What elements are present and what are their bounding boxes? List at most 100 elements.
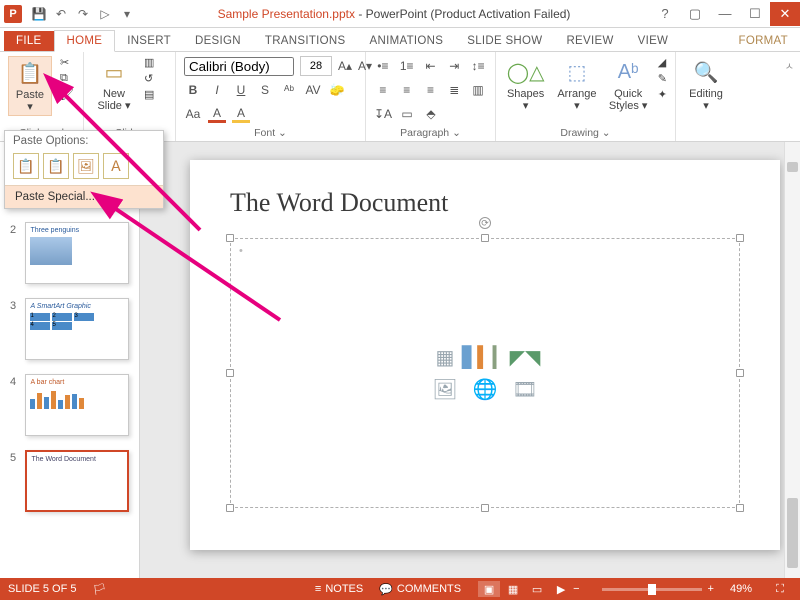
paste-button[interactable]: 📋 Paste▾: [8, 56, 52, 116]
paste-picture[interactable]: 🖼: [73, 153, 99, 179]
resize-handle-e[interactable]: [736, 369, 744, 377]
italic-button[interactable]: I: [208, 81, 226, 99]
tab-home[interactable]: HOME: [54, 30, 116, 52]
zoom-slider[interactable]: [602, 588, 702, 591]
resize-handle-n[interactable]: [481, 234, 489, 242]
minimize-button[interactable]: —: [710, 2, 740, 26]
numbering-button[interactable]: 1≡: [398, 57, 416, 75]
insert-video-icon[interactable]: 🎞: [508, 376, 542, 402]
resize-handle-s[interactable]: [481, 504, 489, 512]
qat-undo-button[interactable]: ↶: [50, 3, 72, 25]
shape-effects-button[interactable]: ✦: [658, 88, 667, 101]
thumb-slide-5[interactable]: 5 The Word Document: [10, 450, 129, 512]
qat-redo-button[interactable]: ↷: [72, 3, 94, 25]
maximize-button[interactable]: ☐: [740, 2, 770, 26]
shadow-button[interactable]: ᴬᵇ: [280, 81, 298, 99]
qat-start-slideshow-button[interactable]: ▷: [94, 3, 116, 25]
paste-use-destination-theme[interactable]: 📋: [13, 153, 39, 179]
view-sorter-button[interactable]: ▦: [502, 581, 524, 597]
close-button[interactable]: ✕: [770, 2, 800, 26]
view-reading-button[interactable]: ▭: [526, 581, 548, 597]
comments-button[interactable]: 💬 COMMENTS: [379, 583, 461, 596]
tab-design[interactable]: DESIGN: [183, 31, 253, 51]
tab-animations[interactable]: ANIMATIONS: [358, 31, 456, 51]
tab-insert[interactable]: INSERT: [115, 31, 183, 51]
notes-button[interactable]: ≡ NOTES: [315, 583, 363, 595]
zoom-out-button[interactable]: −: [573, 583, 579, 595]
font-name-input[interactable]: [184, 57, 294, 76]
scrollbar-bottom[interactable]: [787, 498, 798, 568]
help-button[interactable]: ?: [650, 2, 680, 26]
align-right-button[interactable]: ≡: [422, 81, 440, 99]
smartart-button[interactable]: ⬘: [422, 105, 440, 123]
bold-button[interactable]: B: [184, 81, 202, 99]
ribbon-options-button[interactable]: ▢: [680, 2, 710, 26]
paste-text-only[interactable]: Ａ: [103, 153, 129, 179]
tab-review[interactable]: REVIEW: [554, 31, 625, 51]
resize-handle-ne[interactable]: [736, 234, 744, 242]
change-case-button[interactable]: Aa: [184, 105, 202, 123]
qat-customize-button[interactable]: ▾: [116, 3, 138, 25]
slide-canvas[interactable]: The Word Document ⟳ • ▦ ▋▍▎ ◤◥ 🖼 🌐: [190, 160, 780, 550]
zoom-in-button[interactable]: +: [708, 583, 714, 595]
paste-special-item[interactable]: Paste Special...: [5, 185, 163, 208]
insert-table-icon[interactable]: ▦: [428, 344, 462, 370]
quick-styles-button[interactable]: Aᵇ QuickStyles ▾: [607, 56, 650, 112]
view-normal-button[interactable]: ▣: [478, 581, 500, 597]
shape-fill-button[interactable]: ◢: [658, 56, 667, 69]
strikethrough-button[interactable]: S: [256, 81, 274, 99]
text-direction-button[interactable]: ↧A: [374, 105, 392, 123]
fit-to-window-button[interactable]: ⛶: [769, 581, 791, 597]
resize-handle-se[interactable]: [736, 504, 744, 512]
vertical-scrollbar[interactable]: [784, 142, 800, 578]
underline-button[interactable]: U: [232, 81, 250, 99]
view-slideshow-button[interactable]: ▶: [550, 581, 572, 597]
resize-handle-w[interactable]: [226, 369, 234, 377]
format-painter-button[interactable]: 🖌: [60, 88, 74, 101]
line-spacing-button[interactable]: ↕≡: [469, 57, 487, 75]
shapes-button[interactable]: ◯△ Shapes▾: [504, 56, 547, 112]
resize-handle-sw[interactable]: [226, 504, 234, 512]
new-slide-button[interactable]: ▭ NewSlide ▾: [92, 56, 136, 112]
cut-button[interactable]: ✂: [60, 56, 74, 69]
paste-keep-source-format[interactable]: 📋: [43, 153, 69, 179]
editing-button[interactable]: 🔍 Editing▾: [684, 56, 728, 112]
slide-editor[interactable]: The Word Document ⟳ • ▦ ▋▍▎ ◤◥ 🖼 🌐: [140, 142, 800, 578]
indent-dec-button[interactable]: ⇤: [422, 57, 440, 75]
zoom-slider-thumb[interactable]: [648, 584, 656, 595]
spacing-button[interactable]: AV: [304, 81, 322, 99]
tab-transitions[interactable]: TRANSITIONS: [253, 31, 358, 51]
tab-slideshow[interactable]: SLIDE SHOW: [455, 31, 554, 51]
copy-button[interactable]: ⧉: [60, 72, 74, 85]
font-size-input[interactable]: [300, 56, 332, 76]
insert-smartart-icon[interactable]: ◤◥: [508, 344, 542, 370]
thumb-slide-4[interactable]: 4 A bar chart: [10, 374, 129, 436]
thumb-slide-2[interactable]: 2 Three penguins: [10, 222, 129, 284]
align-left-button[interactable]: ≡: [374, 81, 392, 99]
clear-format-button[interactable]: 🧽: [328, 81, 346, 99]
arrange-button[interactable]: ⬚ Arrange▾: [555, 56, 598, 112]
scrollbar-thumb[interactable]: [787, 162, 798, 172]
status-slide-indicator[interactable]: SLIDE 5 OF 5: [8, 583, 76, 595]
layout-button[interactable]: ▥: [144, 56, 154, 69]
font-color-button[interactable]: A: [208, 105, 226, 123]
highlight-button[interactable]: A: [232, 105, 250, 123]
justify-button[interactable]: ≣: [445, 81, 463, 99]
indent-inc-button[interactable]: ⇥: [445, 57, 463, 75]
collapse-ribbon-button[interactable]: ㅅ: [785, 58, 794, 73]
rotate-handle[interactable]: ⟳: [479, 217, 491, 229]
bullets-button[interactable]: •≡: [374, 57, 392, 75]
resize-handle-nw[interactable]: [226, 234, 234, 242]
content-placeholder[interactable]: ⟳ • ▦ ▋▍▎ ◤◥ 🖼 🌐 🎞: [230, 238, 740, 508]
tab-format[interactable]: FORMAT: [727, 31, 800, 51]
reset-button[interactable]: ↺: [144, 72, 154, 85]
slide-title[interactable]: The Word Document: [230, 188, 448, 218]
zoom-percent[interactable]: 49%: [730, 583, 752, 595]
insert-picture-icon[interactable]: 🖼: [428, 376, 462, 402]
section-button[interactable]: ▤: [144, 88, 154, 101]
align-center-button[interactable]: ≡: [398, 81, 416, 99]
status-language[interactable]: 🏳: [92, 583, 106, 596]
thumb-slide-3[interactable]: 3 A SmartArt Graphic 123 45: [10, 298, 129, 360]
columns-button[interactable]: ▥: [469, 81, 487, 99]
grow-font-button[interactable]: A▴: [338, 57, 352, 75]
